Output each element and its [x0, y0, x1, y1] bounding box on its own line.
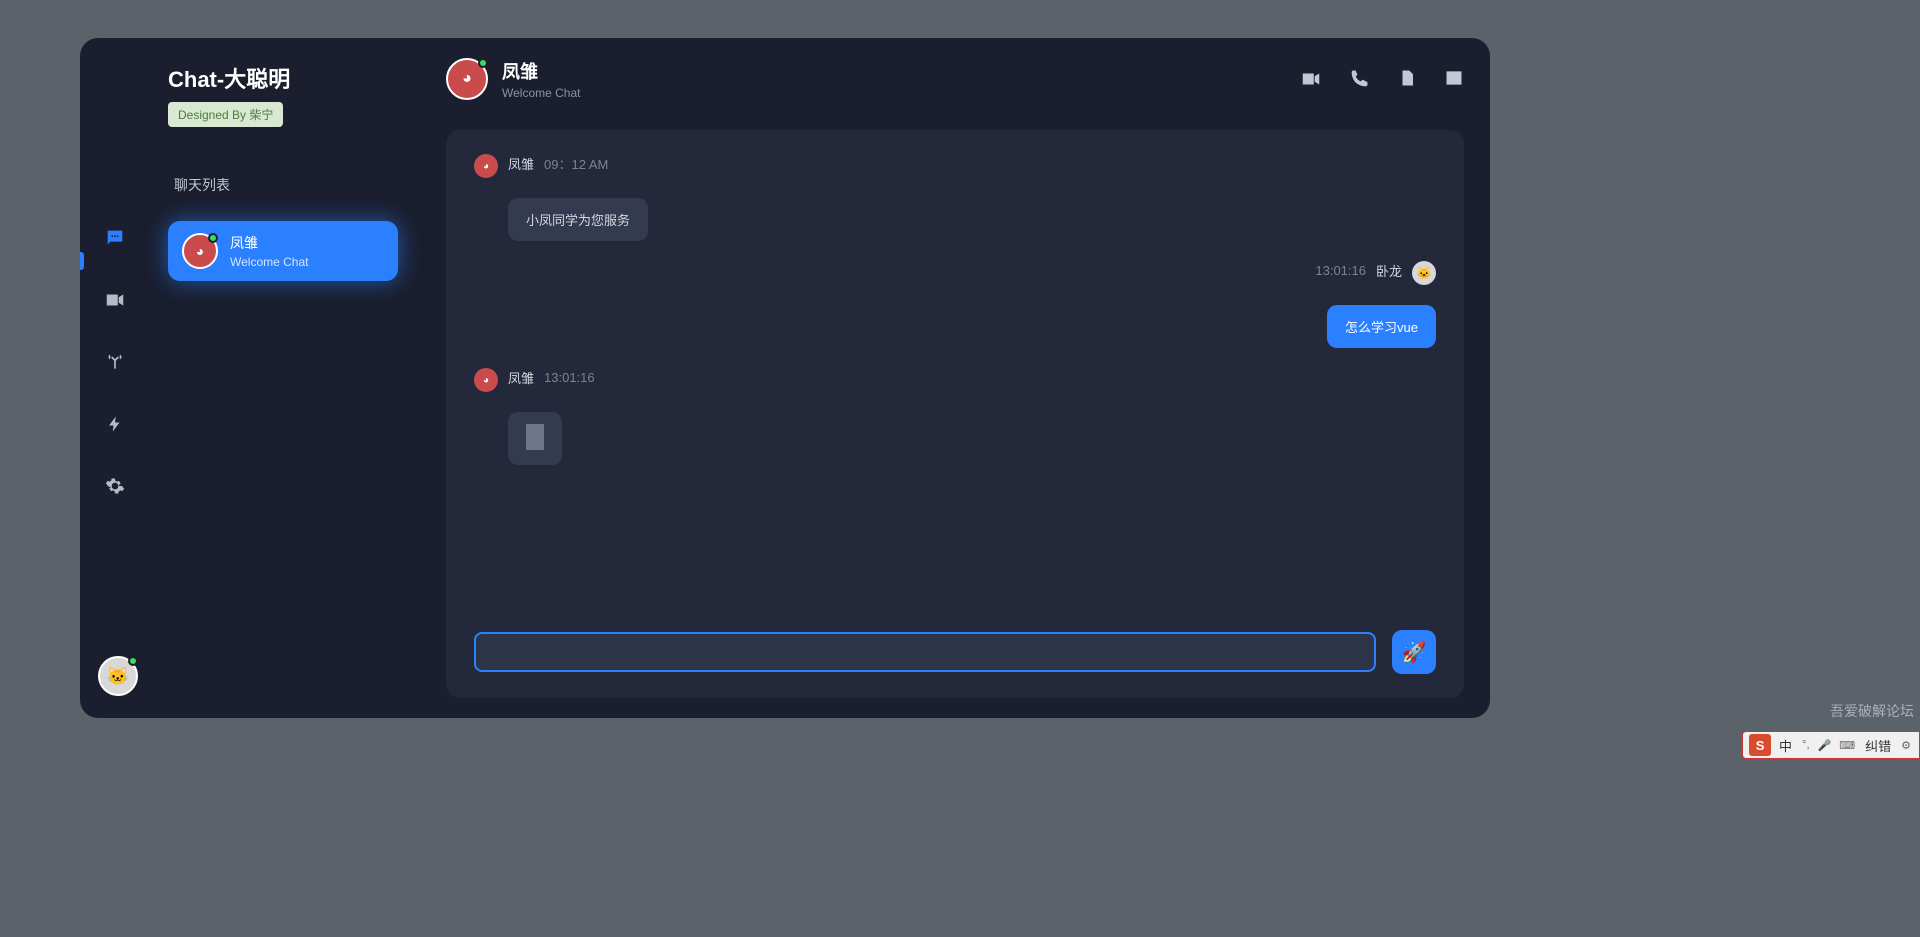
message-author: 凤雏 [508, 154, 534, 173]
message-bubble: 怎么学习vue [1327, 305, 1436, 348]
bolt-icon [106, 415, 124, 433]
message-row: 卧龙 13:01:16 [474, 261, 1436, 285]
current-user-avatar[interactable] [98, 656, 138, 696]
image-icon [1444, 68, 1464, 88]
send-button[interactable]: 🚀 [1392, 630, 1436, 674]
voice-call-button[interactable] [1350, 68, 1370, 90]
online-status-dot [128, 656, 138, 666]
ime-logo-icon: S [1749, 734, 1771, 756]
ime-correct-label[interactable]: 纠错 [1861, 736, 1895, 755]
chat-header-actions [1300, 68, 1464, 90]
file-icon [1398, 68, 1416, 88]
gear-icon [105, 476, 125, 496]
message-avatar [474, 154, 498, 178]
message-time: 13:01:16 [544, 370, 595, 385]
loading-indicator-icon [526, 424, 544, 450]
nav-video[interactable] [95, 280, 135, 320]
image-button[interactable] [1444, 68, 1464, 90]
message-time: 13:01:16 [1315, 263, 1366, 278]
nav-rail [80, 38, 150, 718]
online-status-dot [208, 233, 218, 243]
message-list: 凤雏 09：12 AM 小凤同学为您服务 卧龙 13:01:16 怎么学习vue [474, 154, 1436, 616]
ime-settings-icon[interactable]: ⚙ [1899, 739, 1913, 752]
contact-name: 凤雏 [230, 233, 308, 253]
input-row: 🚀 [474, 630, 1436, 674]
file-button[interactable] [1398, 68, 1416, 90]
message-input[interactable] [474, 632, 1376, 672]
chat-header-subtitle: Welcome Chat [502, 86, 580, 100]
message-author: 凤雏 [508, 368, 534, 387]
message-meta: 卧龙 13:01:16 [1315, 261, 1402, 280]
main-area: 凤雏 Welcome Chat [420, 38, 1490, 718]
nav-chat[interactable] [95, 218, 135, 258]
ime-mode-label[interactable]: 中 [1775, 736, 1796, 755]
message-author: 卧龙 [1376, 261, 1402, 280]
contact-text: 凤雏 Welcome Chat [230, 233, 308, 269]
ime-mic-icon[interactable]: 🎤 [1816, 739, 1834, 752]
message-loading-bubble [508, 412, 562, 465]
chat-list-header: 聊天列表 [168, 175, 398, 195]
chat-header-title: 凤雏 [502, 58, 580, 84]
ime-keyboard-icon[interactable]: ⌨ [1837, 739, 1857, 752]
chat-area: 凤雏 09：12 AM 小凤同学为您服务 卧龙 13:01:16 怎么学习vue [446, 130, 1464, 698]
video-call-button[interactable] [1300, 68, 1322, 90]
message-bubble: 小凤同学为您服务 [508, 198, 648, 241]
message-row: 凤雏 13:01:16 [474, 368, 1436, 392]
contact-item-active[interactable]: 凤雏 Welcome Chat [168, 221, 398, 281]
ime-toolbar[interactable]: S 中 °, 🎤 ⌨ 纠错 ⚙ [1742, 731, 1920, 759]
message-bubble-row [474, 402, 1436, 465]
rocket-icon: 🚀 [1402, 640, 1427, 665]
video-camera-icon [1300, 68, 1322, 90]
antenna-icon [105, 352, 125, 372]
watermark-text: 吾爱破解论坛 [1830, 701, 1914, 721]
online-status-dot [478, 58, 488, 68]
chat-header-avatar [446, 58, 488, 100]
chat-header: 凤雏 Welcome Chat [446, 58, 1464, 100]
message-time: 09：12 AM [544, 154, 608, 173]
nav-active-indicator [80, 252, 84, 270]
contact-subtitle: Welcome Chat [230, 255, 308, 269]
message-avatar [1412, 261, 1436, 285]
message-bubble-row: 怎么学习vue [474, 295, 1436, 348]
phone-icon [1350, 68, 1370, 88]
message-meta: 凤雏 09：12 AM [508, 154, 608, 173]
video-camera-icon [104, 289, 126, 311]
app-title: Chat-大聪明 [168, 62, 398, 94]
contact-avatar [182, 233, 218, 269]
nav-flash[interactable] [95, 404, 135, 444]
ime-punct-icon[interactable]: °, [1800, 739, 1811, 751]
message-avatar [474, 368, 498, 392]
chat-bubble-icon [104, 227, 126, 249]
message-row: 凤雏 09：12 AM [474, 154, 1436, 178]
chat-header-text: 凤雏 Welcome Chat [502, 58, 580, 100]
designed-by-badge: Designed By 柴宁 [168, 102, 283, 127]
nav-settings[interactable] [95, 466, 135, 506]
nav-broadcast[interactable] [95, 342, 135, 382]
sidebar: Chat-大聪明 Designed By 柴宁 聊天列表 凤雏 Welcome … [150, 38, 420, 718]
message-meta: 凤雏 13:01:16 [508, 368, 595, 387]
app-window: Chat-大聪明 Designed By 柴宁 聊天列表 凤雏 Welcome … [80, 38, 1490, 718]
message-bubble-row: 小凤同学为您服务 [474, 188, 1436, 241]
chat-header-left: 凤雏 Welcome Chat [446, 58, 580, 100]
